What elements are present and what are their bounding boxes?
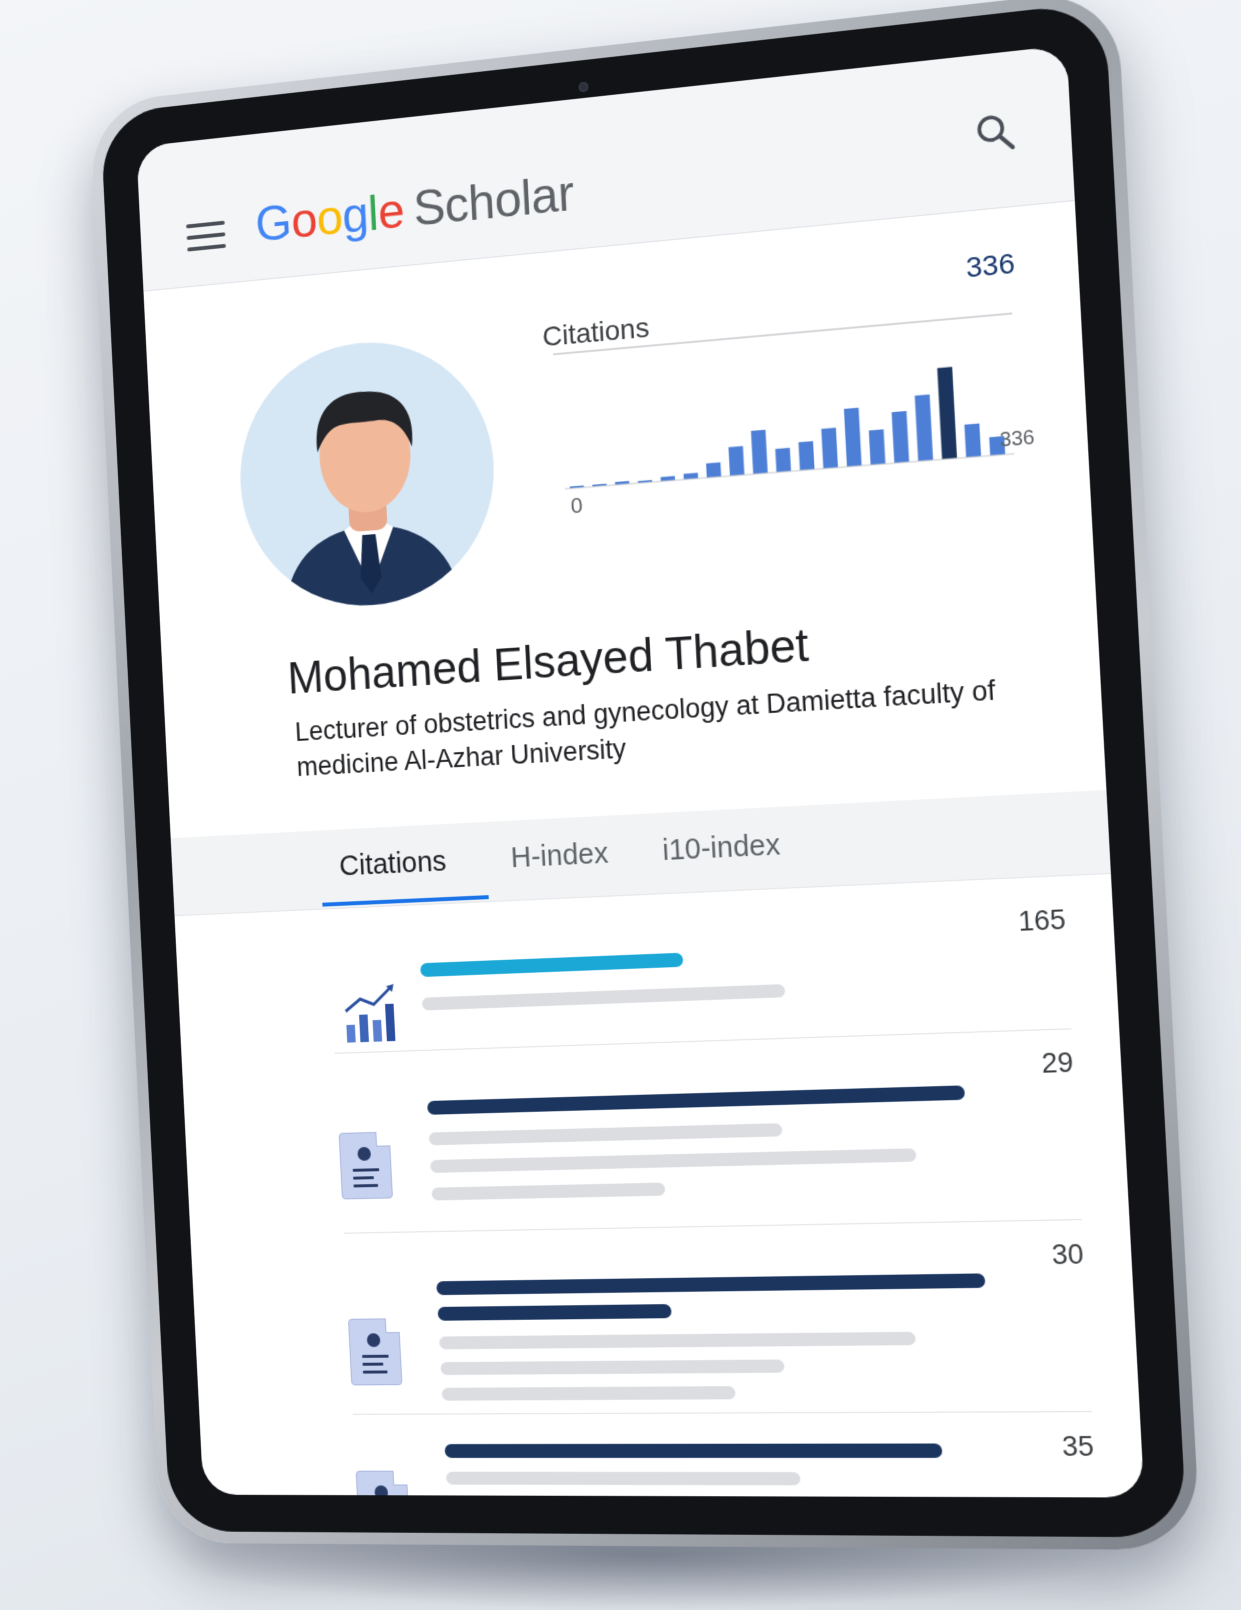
tab-h-index[interactable]: H-index bbox=[510, 838, 609, 876]
chart-bar bbox=[706, 462, 722, 478]
chart-bar bbox=[964, 423, 982, 458]
title-bar bbox=[436, 1273, 986, 1296]
tab-citations[interactable]: Citations bbox=[339, 846, 448, 884]
chart-bar bbox=[750, 429, 768, 475]
title-bar bbox=[444, 1443, 943, 1458]
app-screen: Google Scholar Citations 336 0 336 Moham… bbox=[136, 45, 1145, 1498]
tab-i10-index[interactable]: i10-index bbox=[662, 829, 781, 868]
row-divider bbox=[352, 1411, 1092, 1415]
active-tab-indicator bbox=[322, 895, 489, 907]
search-icon[interactable] bbox=[971, 107, 1019, 157]
chart-bar bbox=[937, 366, 957, 460]
text-placeholder bbox=[421, 984, 786, 1011]
chart-bar bbox=[775, 447, 792, 473]
profile-avatar[interactable] bbox=[234, 331, 501, 614]
metrics-tabs: Citations H-index i10-index bbox=[170, 789, 1111, 917]
hamburger-menu-icon[interactable] bbox=[186, 220, 226, 254]
text-placeholder bbox=[428, 1123, 783, 1146]
google-scholar-logo[interactable]: Google Scholar bbox=[254, 164, 575, 253]
chart-axis-min: 0 bbox=[570, 492, 584, 519]
item-count: 35 bbox=[1061, 1430, 1095, 1463]
chart-bar bbox=[728, 446, 745, 476]
chart-axis-max: 336 bbox=[999, 426, 1036, 452]
chart-bar bbox=[798, 441, 815, 471]
item-count: 29 bbox=[1040, 1046, 1075, 1079]
title-bar bbox=[437, 1304, 672, 1321]
text-placeholder bbox=[440, 1359, 785, 1376]
document-icon bbox=[347, 1318, 403, 1386]
text-placeholder bbox=[430, 1148, 917, 1173]
text-placeholder bbox=[439, 1331, 916, 1350]
tablet-device: Google Scholar Citations 336 0 336 Moham… bbox=[88, 0, 1201, 1551]
row-divider bbox=[343, 1219, 1082, 1234]
item-count: 30 bbox=[1050, 1238, 1085, 1271]
document-icon bbox=[355, 1470, 411, 1498]
title-bar-highlight bbox=[420, 952, 684, 978]
camera-dot bbox=[578, 81, 589, 93]
item-count: 165 bbox=[1017, 904, 1067, 938]
chart-top-value: 336 bbox=[965, 247, 1016, 284]
chart-bar bbox=[843, 407, 862, 467]
list-item[interactable]: 29 bbox=[335, 1041, 1082, 1236]
chart-bar bbox=[914, 394, 934, 462]
list-item[interactable]: 165 bbox=[328, 896, 1072, 1055]
text-placeholder bbox=[441, 1386, 736, 1401]
title-bar bbox=[427, 1085, 966, 1115]
text-placeholder bbox=[431, 1182, 666, 1201]
list-item[interactable]: 35 bbox=[353, 1425, 1098, 1498]
bar-chart-trend-icon bbox=[341, 984, 403, 1043]
chart-bar bbox=[868, 429, 886, 465]
chart-bar bbox=[891, 410, 910, 464]
list-item[interactable]: 30 bbox=[344, 1233, 1092, 1417]
document-icon bbox=[338, 1131, 393, 1200]
chart-bar bbox=[821, 427, 838, 469]
citations-chart: Citations 336 0 336 bbox=[540, 246, 1037, 520]
person-avatar-icon bbox=[280, 387, 462, 612]
text-placeholder bbox=[445, 1471, 801, 1486]
